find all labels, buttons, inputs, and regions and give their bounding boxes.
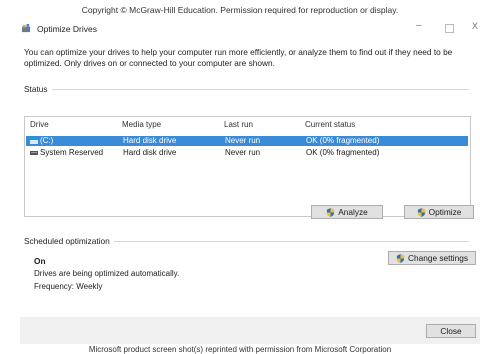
status-section-label: Status xyxy=(24,84,52,94)
title-bar: Optimize Drives – X xyxy=(20,17,480,39)
drive-name: System Reserved xyxy=(40,148,104,157)
window-title: Optimize Drives xyxy=(37,24,97,34)
shield-icon xyxy=(396,253,405,263)
close-label: Close xyxy=(440,326,462,336)
drives-table: Drive Media type Last run Current status… xyxy=(24,116,471,217)
drive-icon xyxy=(30,151,38,155)
table-header: Drive Media type Last run Current status xyxy=(25,117,470,131)
current-status: OK (0% fragmented) xyxy=(306,148,380,157)
dialog-footer: Close xyxy=(20,317,480,344)
last-run: Never run xyxy=(225,148,261,157)
current-status: OK (0% fragmented) xyxy=(306,136,380,145)
copyright-notice: Copyright © McGraw-Hill Education. Permi… xyxy=(81,5,399,15)
column-header-drive[interactable]: Drive xyxy=(30,120,49,129)
media-type: Hard disk drive xyxy=(123,136,177,145)
optimize-label: Optimize xyxy=(428,207,462,217)
shield-icon xyxy=(417,207,425,217)
last-run: Never run xyxy=(225,136,261,145)
scheduled-section-label: Scheduled optimization xyxy=(24,236,114,246)
windows-drive-icon xyxy=(30,138,38,144)
close-window-button[interactable]: X xyxy=(472,21,478,31)
media-type: Hard disk drive xyxy=(123,148,177,157)
column-header-media-type[interactable]: Media type xyxy=(122,120,161,129)
analyze-button[interactable]: Analyze xyxy=(311,205,383,219)
column-header-current-status[interactable]: Current status xyxy=(305,120,355,129)
permission-footnote: Microsoft product screen shot(s) reprint… xyxy=(88,345,392,354)
change-settings-label: Change settings xyxy=(408,253,468,263)
maximize-button[interactable] xyxy=(445,24,454,33)
description-text: You can optimize your drives to help you… xyxy=(24,47,453,68)
minimize-button[interactable]: – xyxy=(416,20,422,31)
table-row[interactable]: System Reserved Hard disk drive Never ru… xyxy=(26,148,468,158)
optimize-drives-icon xyxy=(22,24,31,33)
change-settings-button[interactable]: Change settings xyxy=(388,251,476,265)
schedule-state: On xyxy=(34,256,46,266)
drive-name: (C:) xyxy=(40,136,54,145)
analyze-label: Analyze xyxy=(338,207,368,217)
optimize-drives-window: Optimize Drives – X You can optimize you… xyxy=(20,17,480,344)
status-divider xyxy=(24,89,469,90)
schedule-frequency: Frequency: Weekly xyxy=(34,282,103,291)
schedule-detail: Drives are being optimized automatically… xyxy=(34,269,180,278)
optimize-button[interactable]: Optimize xyxy=(404,205,474,219)
close-button[interactable]: Close xyxy=(426,324,476,338)
column-header-last-run[interactable]: Last run xyxy=(224,120,253,129)
shield-icon xyxy=(327,207,335,217)
table-row[interactable]: (C:) Hard disk drive Never run OK (0% fr… xyxy=(26,136,468,146)
